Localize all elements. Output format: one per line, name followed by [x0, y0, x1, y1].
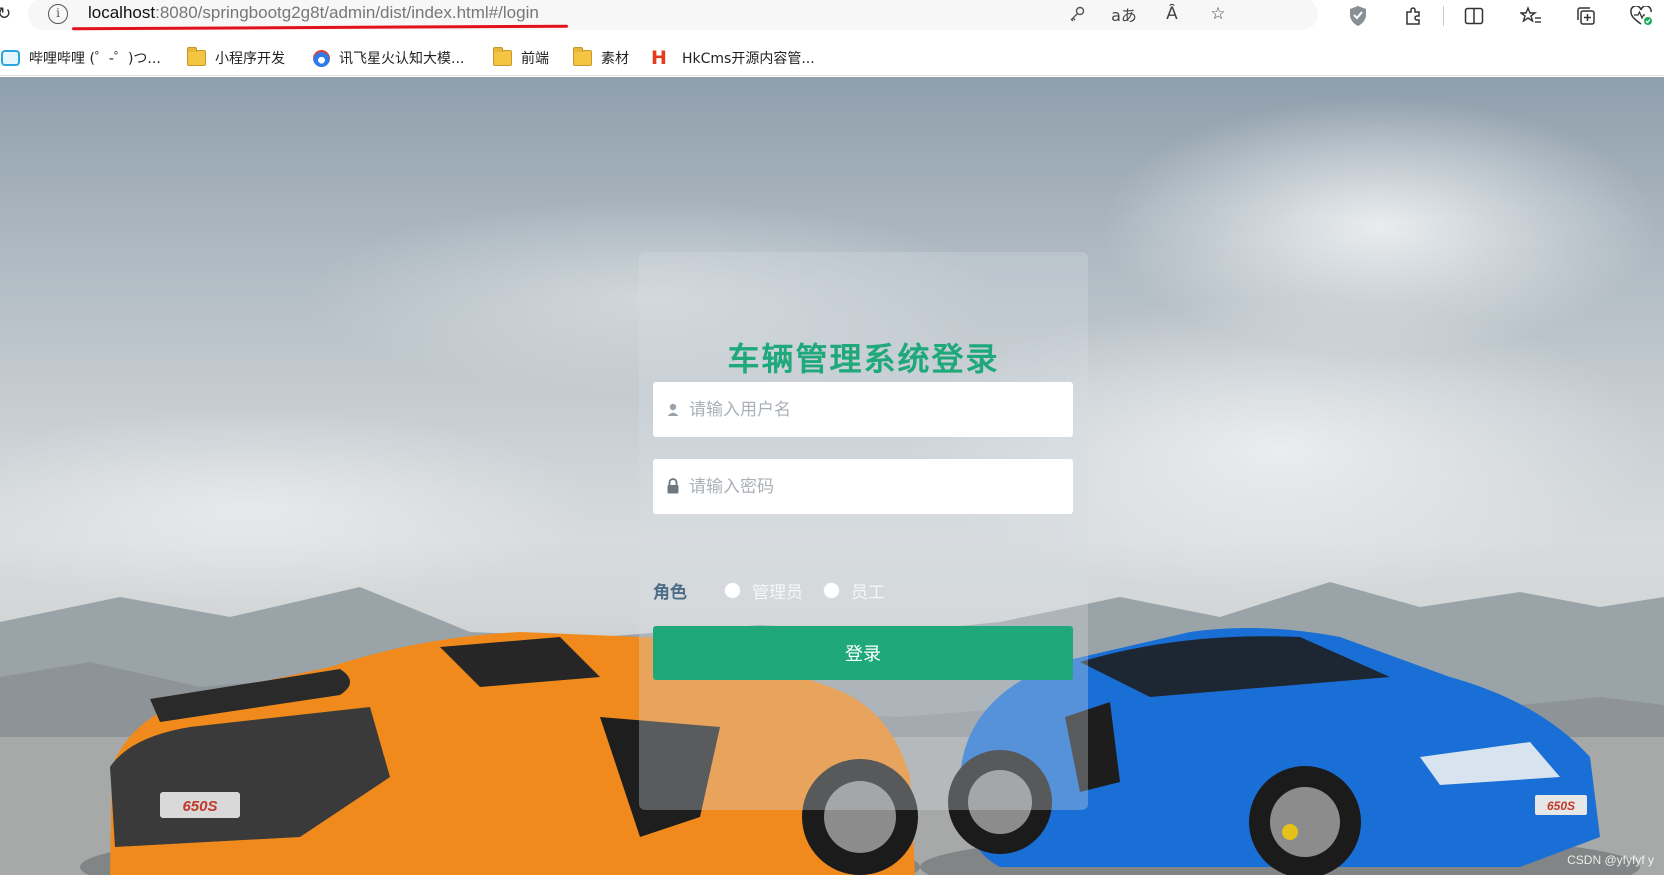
radio-button[interactable] [724, 582, 741, 599]
read-aloud-icon[interactable]: Ȃ [1159, 1, 1185, 27]
role-radio-employee[interactable]: 员工 [823, 578, 885, 603]
password-input[interactable] [689, 459, 1059, 514]
role-radio-admin[interactable]: 管理员 [724, 578, 803, 603]
url-host: localhost [88, 3, 156, 22]
lock-icon [665, 476, 681, 496]
car-badge-left: 650S [182, 798, 217, 815]
collections-icon[interactable] [1572, 2, 1600, 30]
url-text[interactable]: localhost:8080/springbootg2g8t/admin/dis… [88, 3, 539, 23]
bookmark-miniprogram[interactable]: 小程序开发 [187, 46, 285, 70]
split-screen-icon[interactable] [1460, 2, 1488, 30]
bookmark-label: 前端 [521, 51, 549, 67]
hkcms-logo-icon: H [651, 47, 667, 69]
csdn-watermark: CSDN @yfyfyf y [1567, 853, 1654, 867]
bookmark-materials[interactable]: 素材 [573, 46, 629, 70]
bookmark-label: 小程序开发 [215, 51, 285, 67]
bookmark-bilibili[interactable]: 哔哩哔哩 (゜-゜)つ... [1, 46, 161, 70]
login-page: 650S 650S 车辆管理系统登录 请输入用户名 角色 管理员 员工 登录 C… [0, 77, 1664, 875]
extensions-icon[interactable] [1399, 2, 1427, 30]
radio-label: 员工 [851, 583, 885, 603]
address-bar-row: ↻ i localhost:8080/springbootg2g8t/admin… [0, 0, 1664, 31]
user-icon [665, 399, 681, 419]
radio-button[interactable] [823, 582, 840, 599]
toolbar-separator [1443, 6, 1444, 26]
bookmarks-bar: 哔哩哔哩 (゜-゜)つ... 小程序开发 讯飞星火认知大模... 前端 素材 H… [0, 40, 1664, 76]
red-underline-annotation [71, 24, 569, 31]
bookmark-hkcms[interactable]: H HkCms开源内容管... [651, 46, 815, 70]
translate-icon[interactable]: aあ [1111, 1, 1137, 27]
site-info-icon[interactable]: i [48, 4, 68, 24]
favorites-icon[interactable] [1517, 2, 1545, 30]
folder-icon [187, 47, 206, 66]
url-path: :8080/springbootg2g8t/admin/dist/index.h… [155, 3, 539, 22]
car-badge-right: 650S [1547, 799, 1575, 813]
role-label: 角色 [653, 583, 687, 603]
folder-icon [573, 47, 592, 66]
address-bar[interactable]: i localhost:8080/springbootg2g8t/admin/d… [28, 0, 1318, 31]
refresh-icon[interactable]: ↻ [0, 4, 11, 24]
password-field[interactable] [653, 459, 1073, 514]
bookmark-frontend[interactable]: 前端 [493, 46, 549, 70]
login-button[interactable]: 登录 [653, 626, 1073, 680]
key-icon[interactable] [1064, 1, 1090, 27]
login-title: 车辆管理系统登录 [727, 340, 1000, 378]
bookmark-label: 讯飞星火认知大模... [339, 51, 465, 67]
bilibili-tv-icon [1, 50, 20, 66]
username-field[interactable] [653, 382, 1073, 437]
shield-icon[interactable] [1344, 2, 1372, 30]
bookmark-label: HkCms开源内容管... [682, 51, 815, 67]
bookmark-label: 哔哩哔哩 (゜-゜)つ... [29, 51, 161, 67]
bookmark-label: 素材 [601, 51, 629, 67]
browser-essentials-icon[interactable] [1627, 2, 1655, 30]
favorite-star-icon[interactable]: ☆ [1205, 1, 1231, 27]
spark-logo-icon [313, 49, 330, 67]
username-input[interactable] [689, 382, 1059, 437]
radio-label: 管理员 [752, 583, 803, 603]
folder-icon [493, 47, 512, 66]
bookmark-xunfei-spark[interactable]: 讯飞星火认知大模... [313, 46, 464, 70]
login-card: 车辆管理系统登录 角色 管理员 员工 登录 [639, 252, 1088, 810]
